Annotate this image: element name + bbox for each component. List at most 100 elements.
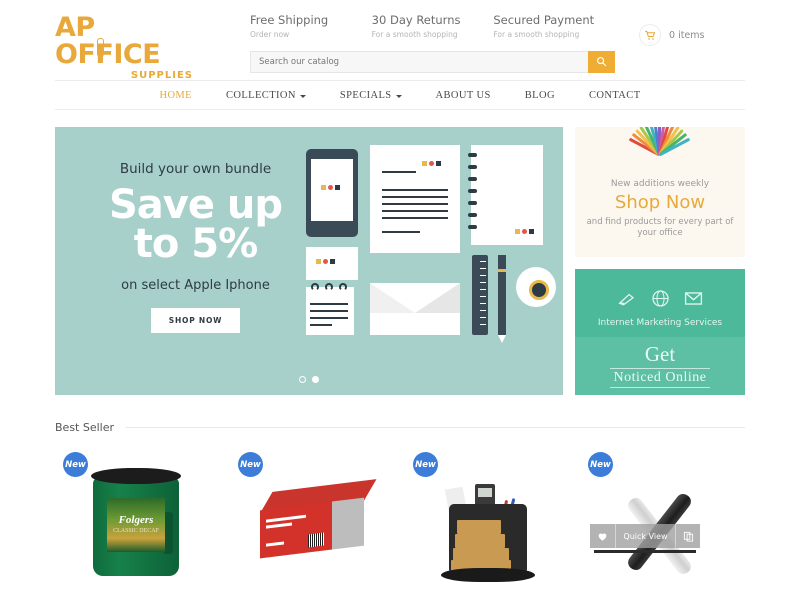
box-side [332,497,364,550]
search-icon [597,57,607,67]
quick-view-button[interactable]: Quick View [616,524,676,548]
cart-widget[interactable]: 0 items [625,0,745,46]
section-title: Best Seller [55,421,115,434]
cd-disc-icon [516,267,556,307]
nav-label: CONTACT [588,89,641,101]
product-brand: Folgers [118,514,154,526]
search-button[interactable] [588,50,615,73]
product-grid: New Folgers CLASSIC DECAF New New New Qu… [55,448,745,593]
hero-headline: Save up to 5% [83,182,308,268]
product-image-coffee-can: Folgers CLASSIC DECAF [55,462,221,590]
marketing-card-banner: Get Noticed Online [575,337,745,395]
hero-headline-line1: Save up [108,182,283,228]
hero-area: Build your own bundle Save up to 5% on s… [55,127,745,395]
product-card-ballpoint-pens[interactable]: New Quick View [580,448,745,593]
product-card-desk-organizer[interactable]: New [405,448,570,593]
nav-item-blog[interactable]: BLOG [508,90,572,101]
stationery-illustration [298,141,556,343]
can-lid [91,468,181,484]
tablet-icon [306,149,358,237]
nav-item-about-us[interactable]: ABOUT US [419,90,508,101]
envelope-icon [370,283,460,335]
product-image-paper-box [230,462,396,590]
heart-icon [598,532,607,541]
marketing-card-headline-2: Noticed Online [609,368,711,388]
search-bar [250,50,615,73]
carousel-pagination [55,376,563,383]
add-to-compare-button[interactable] [676,524,700,548]
ruler-icon [472,255,488,335]
product-card-copy-paper[interactable]: New [230,448,395,593]
site-header: APOFFICE SUPPLIES Free Shipping Order no… [0,0,800,81]
promo-card-shop-now[interactable]: New additions weekly Shop Now and find p… [575,127,745,257]
status-badge: New [413,452,438,477]
search-input[interactable] [250,50,588,73]
status-badge: New [63,452,88,477]
marketing-card-label: Internet Marketing Services [597,318,723,328]
product-hover-underline [594,550,696,553]
hero-subline: on select Apple Iphone [121,278,270,294]
site-logo[interactable]: APOFFICE SUPPLIES [55,0,195,81]
section-divider [126,427,745,428]
promo-subtitle: For a smooth shopping [371,29,458,39]
spiral-notebook-icon [468,145,543,245]
add-to-wishlist-button[interactable] [590,524,616,548]
nav-item-specials[interactable]: SPECIALS [323,90,419,101]
nav-label: BLOG [524,89,555,101]
hero-copy: Build your own bundle Save up to 5% on s… [83,161,308,334]
product-image-pens: Quick View [580,462,746,590]
hero-headline-line2: to 5% [133,221,258,268]
organizer-base [441,568,535,582]
promo-title: Free Shipping [250,13,329,27]
letterhead-icon [370,145,460,253]
promo-secured-payment: Secured Payment For a smooth shopping [493,13,615,39]
compare-icon [683,531,693,542]
main-navigation: HOME COLLECTION SPECIALS ABOUT US BLOG C… [55,80,745,110]
quick-view-label: Quick View [623,531,668,541]
carousel-dot-1[interactable] [299,376,306,383]
chevron-down-icon [299,94,306,98]
promo-subtitle: Order now [250,29,290,39]
logo-tagline: SUPPLIES [130,70,193,81]
nav-label: HOME [159,89,192,101]
box-face [260,501,332,559]
paper-box [260,479,377,559]
product-card-folgers-coffee[interactable]: New Folgers CLASSIC DECAF [55,448,220,593]
cart-item-count: 0 items [669,29,705,41]
nav-label: ABOUT US [435,89,491,101]
promo-card-subtitle: and find products for every part of your… [586,217,734,239]
page-root: APOFFICE SUPPLIES Free Shipping Order no… [0,0,800,600]
product-hover-actions: Quick View [590,524,700,548]
promo-title: 30 Day Returns [371,13,461,27]
carousel-dot-2[interactable] [312,376,319,383]
hero-shop-now-button[interactable]: SHOP NOW [150,308,241,334]
globe-icon [651,290,669,307]
marketing-services-card[interactable]: Internet Marketing Services Get Noticed … [575,269,745,395]
promo-title: Secured Payment [493,13,595,27]
product-variant: CLASSIC DECAF [113,528,159,534]
cart-icon-circle [639,24,661,46]
logo-wordmark: APOFFICE [55,14,195,68]
logo-text-office: OFFICE [55,39,161,70]
nav-item-home[interactable]: HOME [142,90,209,101]
nav-item-contact[interactable]: CONTACT [572,90,658,101]
barcode [308,532,324,548]
best-seller-heading: Best Seller [55,421,745,434]
desk-organizer [441,484,535,582]
promo-subtitle: For a smooth shopping [493,29,580,39]
promo-card-cta: Shop Now [614,192,706,213]
status-badge: New [238,452,263,477]
marketing-card-headline-1: Get [644,342,676,366]
hero-sidebar: New additions weekly Shop Now and find p… [575,127,745,395]
promo-card-title: New additions weekly [610,179,710,189]
marketing-icons [575,289,745,308]
chevron-down-icon [395,94,402,98]
business-card-icon [306,247,358,280]
can-label: Folgers CLASSIC DECAF [107,498,165,552]
product-image-desk-organizer [405,462,571,590]
nav-item-collection[interactable]: COLLECTION [209,90,323,101]
hero-carousel[interactable]: Build your own bundle Save up to 5% on s… [55,127,563,395]
shopping-cart-icon [644,30,655,40]
pencil-icon [498,255,506,343]
promo-free-shipping: Free Shipping Order now [250,13,372,39]
